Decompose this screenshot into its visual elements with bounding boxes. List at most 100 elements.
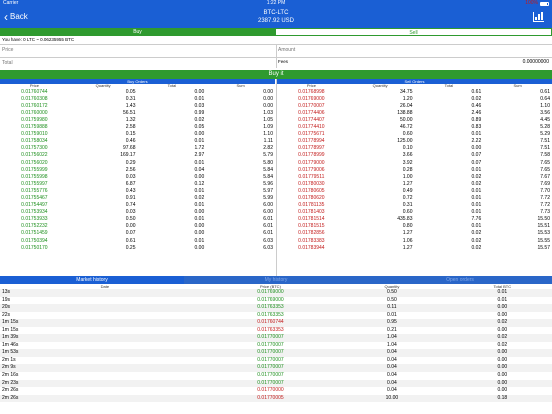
order-row[interactable]: 0.01781515 0.80 0.01 15.51 (277, 223, 552, 230)
order-row[interactable]: 0.01768998 34.75 0.61 0.61 (277, 89, 552, 96)
order-row[interactable]: 0.01751459 0.07 0.00 6.01 (0, 230, 275, 237)
order-row[interactable]: 0.01758034 0.46 0.01 1.11 (0, 138, 275, 145)
order-sum: 1.05 (263, 116, 273, 123)
order-row[interactable]: 0.01753933 0.50 0.01 6.01 (0, 216, 275, 223)
amount-field[interactable] (276, 44, 552, 55)
order-row[interactable]: 0.01756022 169.17 2.97 5.79 (0, 152, 275, 159)
order-price: 0.01754497 (21, 202, 48, 209)
order-price: 0.01778999 (298, 152, 325, 159)
order-row[interactable]: 0.01781403 0.60 0.01 7.73 (277, 209, 552, 216)
order-row[interactable]: 0.01755997 6.87 0.12 5.96 (0, 181, 275, 188)
order-row[interactable]: 0.01753934 0.03 0.00 6.00 (0, 209, 275, 216)
total-input[interactable] (2, 58, 276, 68)
order-sum: 1.03 (263, 109, 273, 116)
status-time: 1:22 PM (266, 0, 286, 6)
order-row[interactable]: 0.01774407 50.00 0.89 4.45 (277, 117, 552, 124)
order-price: 0.01769000 (298, 95, 325, 102)
order-row[interactable]: 0.01755998 0.03 0.00 5.84 (0, 174, 275, 181)
order-row[interactable]: 0.01752232 0.00 0.00 6.01 (0, 223, 275, 230)
order-row[interactable]: 0.01770007 26.04 0.46 1.10 (277, 103, 552, 110)
order-total: 2.97 (194, 152, 205, 159)
amount-input[interactable] (278, 45, 552, 55)
order-price: 0.01760000 (21, 109, 48, 116)
order-row[interactable]: 0.01780030 1.27 0.02 7.69 (277, 181, 552, 188)
order-row[interactable]: 0.01759888 2.58 0.05 1.09 (0, 124, 275, 131)
order-sum: 5.96 (263, 180, 273, 187)
order-row[interactable]: 0.01781514 435.83 7.76 15.50 (277, 216, 552, 223)
order-row[interactable]: 0.01750394 0.61 0.01 6.03 (0, 238, 275, 245)
order-quantity: 138.88 (397, 109, 413, 116)
price-field[interactable] (0, 44, 276, 55)
order-row[interactable]: 0.01778997 0.10 0.00 7.51 (277, 145, 552, 152)
order-row[interactable]: 0.01779000 3.92 0.07 7.65 (277, 160, 552, 167)
trade-quantity: 0.04 (331, 349, 453, 357)
price-input[interactable] (2, 45, 276, 55)
order-quantity: 1.06 (402, 237, 413, 244)
order-quantity: 0.03 (125, 209, 136, 216)
trade-date: 1m 46s (2, 341, 19, 348)
order-row[interactable]: 0.01778994 125.00 2.22 7.51 (277, 138, 552, 145)
order-row[interactable]: 0.01779511 1.00 0.02 7.67 (277, 174, 552, 181)
order-row[interactable]: 0.01781135 0.31 0.01 7.72 (277, 202, 552, 209)
order-row[interactable]: 0.01754497 0.74 0.01 6.00 (0, 202, 275, 209)
order-total: 0.01 (194, 237, 205, 244)
bar-chart-icon[interactable] (533, 12, 544, 22)
balance-text: You have: 0 LTC ~ 0.06235955 BTC (2, 37, 75, 42)
order-sum: 7.67 (540, 173, 550, 180)
order-price: 0.01759980 (21, 116, 48, 123)
tab-market-history[interactable]: Market history (0, 276, 184, 284)
order-row[interactable]: 0.01759980 1.32 0.02 1.05 (0, 117, 275, 124)
order-row[interactable]: 0.01775671 0.60 0.01 5.29 (277, 131, 552, 138)
sell-orders-table: Price Quantity Total Sum 0.01768998 34.75 0.61… (277, 84, 552, 252)
trade-total: 0.00 (452, 364, 552, 373)
order-sum: 7.72 (540, 202, 550, 209)
order-row[interactable]: 0.01750170 0.25 0.00 6.03 (0, 245, 275, 252)
order-sum: 5.97 (263, 187, 273, 194)
order-row[interactable]: 0.01769000 1.20 0.02 0.64 (277, 96, 552, 103)
order-row[interactable]: 0.01757300 97.68 1.72 2.82 (0, 145, 275, 152)
order-row[interactable]: 0.01755776 0.43 0.01 5.97 (0, 188, 275, 195)
order-row[interactable]: 0.01759010 0.15 0.00 1.10 (0, 131, 275, 138)
order-price: 0.01751459 (21, 230, 48, 237)
order-row[interactable]: 0.01756020 0.29 0.01 5.80 (0, 160, 275, 167)
order-row[interactable]: 0.01778999 3.66 0.07 7.58 (277, 152, 552, 159)
order-row[interactable]: 0.01760308 0.31 0.01 0.00 (0, 96, 275, 103)
order-quantity: 3.92 (402, 159, 413, 166)
order-row[interactable]: 0.01779006 0.28 0.01 7.65 (277, 167, 552, 174)
order-row[interactable]: 0.01783944 1.27 0.02 15.57 (277, 245, 552, 252)
history-row: 2m 1s 0.01770007 0.04 0.00 (0, 357, 552, 365)
order-row[interactable]: 0.01760172 1.43 0.03 0.00 (0, 103, 275, 110)
order-price: 0.01781135 (298, 202, 325, 209)
order-row[interactable]: 0.01783383 1.06 0.02 15.55 (277, 238, 552, 245)
buy-it-button[interactable]: Buy it (0, 70, 552, 79)
order-sum: 6.03 (263, 237, 273, 244)
order-row[interactable]: 0.01760000 56.51 0.99 1.03 (0, 110, 275, 117)
tab-open-orders[interactable]: Open orders (368, 276, 552, 284)
order-quantity: 50.00 (399, 116, 413, 123)
order-price: 0.01778997 (298, 145, 325, 152)
order-sum: 5.80 (263, 159, 273, 166)
order-row[interactable]: 0.01760744 0.05 0.00 0.00 (0, 89, 275, 96)
order-row[interactable]: 0.01780605 0.49 0.01 7.70 (277, 188, 552, 195)
tab-buy[interactable]: Buy (0, 28, 275, 36)
tab-sell[interactable]: Sell (275, 28, 552, 36)
trade-price: 0.01763353 (209, 304, 332, 312)
order-price: 0.01750394 (21, 237, 48, 244)
history-row: 2m 16s 0.01770007 0.04 0.00 (0, 372, 552, 380)
order-row[interactable]: 0.01774406 138.88 2.46 3.56 (277, 110, 552, 117)
order-sum: 15.51 (537, 223, 550, 230)
order-row[interactable]: 0.01755467 0.91 0.02 5.99 (0, 195, 275, 202)
order-row[interactable]: 0.01774410 46.72 0.83 5.28 (277, 124, 552, 131)
order-quantity: 34.75 (399, 88, 413, 95)
order-quantity: 0.15 (125, 131, 136, 138)
history-tabs: Market history My history Open orders (0, 276, 552, 284)
order-row[interactable]: 0.01755999 2.56 0.04 5.84 (0, 167, 275, 174)
order-total: 0.01 (471, 202, 482, 209)
tab-my-history[interactable]: My history (184, 276, 368, 284)
order-price: 0.01753933 (21, 216, 48, 223)
order-row[interactable]: 0.01780620 0.72 0.01 7.72 (277, 195, 552, 202)
total-field[interactable] (0, 57, 276, 68)
order-price: 0.01783383 (298, 237, 325, 244)
pair-label: BTC-LTC (263, 10, 289, 16)
order-row[interactable]: 0.01782856 1.27 0.02 15.53 (277, 230, 552, 237)
